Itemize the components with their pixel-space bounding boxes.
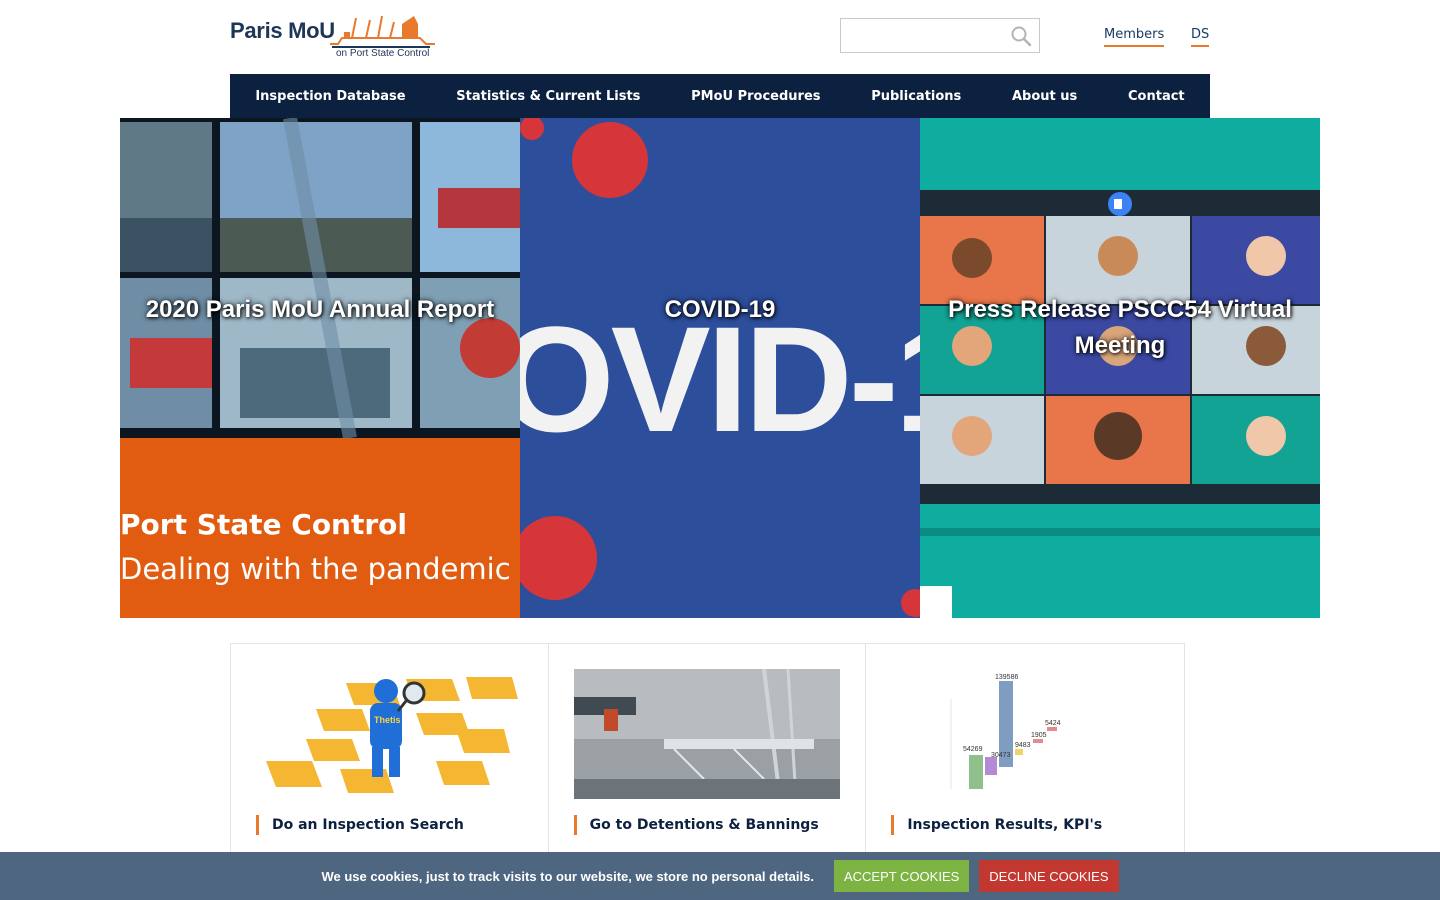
- port-photo-collage: [120, 118, 520, 438]
- thetis-label: Thetis: [374, 715, 401, 725]
- report-cover-subtitle: Dealing with the pandemic: [120, 552, 511, 586]
- card-title-inspection-results[interactable]: Inspection Results, KPI's: [891, 815, 1102, 835]
- video-call-illustration: [920, 190, 1320, 618]
- kpi-value-2: 54269: [963, 746, 983, 753]
- search-input[interactable]: [841, 19, 1001, 52]
- decline-cookies-button[interactable]: DECLINE COOKIES: [979, 860, 1119, 892]
- logo-subtitle: on Port State Control: [336, 48, 430, 59]
- nav-pmou-procedures[interactable]: PMoU Procedures: [691, 89, 820, 104]
- main-nav: Inspection Database Statistics & Current…: [230, 74, 1210, 118]
- kpi-bar-chart-image: 139586 54269 30473 9483 1905 5424: [891, 669, 1158, 799]
- hero-caption-annual-report: 2020 Paris MoU Annual Report: [145, 296, 495, 323]
- cookie-banner: We use cookies, just to track visits to …: [0, 852, 1440, 900]
- card-image-thetis: Thetis: [256, 669, 522, 799]
- folders-search-illustration: Thetis: [256, 669, 522, 799]
- members-link[interactable]: Members: [1104, 27, 1165, 47]
- hero-banner: Port State Control Dealing with the pand…: [120, 118, 1320, 618]
- nav-about-us[interactable]: About us: [1012, 89, 1077, 104]
- paris-mou-logo[interactable]: Paris MoU on Port State Control: [230, 14, 435, 62]
- card-title-detentions-bannings[interactable]: Go to Detentions & Bannings: [573, 815, 819, 835]
- ship-icon: [330, 15, 435, 48]
- accept-cookies-button[interactable]: ACCEPT COOKIES: [833, 860, 970, 892]
- hero-caption-virtual-meeting: Press Release PSCC54 Virtual Meeting: [948, 296, 1292, 359]
- hero-tile-covid[interactable]: OVID-1 COVID-19: [520, 118, 920, 618]
- hero-caption-covid: COVID-19: [664, 296, 776, 323]
- card-image-port-cranes: [573, 669, 840, 799]
- search-icon[interactable]: [1009, 24, 1033, 48]
- search-box: [840, 18, 1040, 53]
- card-title-inspection-search[interactable]: Do an Inspection Search: [256, 815, 464, 835]
- page: Paris MoU on Port State Control Members …: [0, 0, 1440, 900]
- port-cranes-photo: [573, 669, 840, 799]
- nav-statistics-current-lists[interactable]: Statistics & Current Lists: [456, 89, 640, 104]
- kpi-value-3: 30473: [991, 752, 1011, 759]
- kpi-value-6: 5424: [1045, 720, 1061, 727]
- nav-contact[interactable]: Contact: [1128, 89, 1185, 104]
- kpi-value-5: 1905: [1031, 732, 1047, 739]
- kpi-value-1: 139586: [995, 674, 1018, 681]
- logo-title: Paris MoU: [230, 18, 335, 43]
- ds-link[interactable]: DS: [1191, 27, 1210, 47]
- cookie-message: We use cookies, just to track visits to …: [321, 868, 814, 884]
- hero-tile-annual-report[interactable]: Port State Control Dealing with the pand…: [120, 118, 520, 618]
- hero-tile-virtual-meeting[interactable]: Press Release PSCC54 Virtual Meeting: [920, 118, 1320, 618]
- nav-inspection-database[interactable]: Inspection Database: [255, 89, 405, 104]
- nav-publications[interactable]: Publications: [871, 89, 961, 104]
- report-cover-title: Port State Control: [120, 508, 408, 541]
- kpi-value-4: 9483: [1015, 742, 1031, 749]
- card-image-kpi-chart: 139586 54269 30473 9483 1905 5424: [891, 669, 1158, 799]
